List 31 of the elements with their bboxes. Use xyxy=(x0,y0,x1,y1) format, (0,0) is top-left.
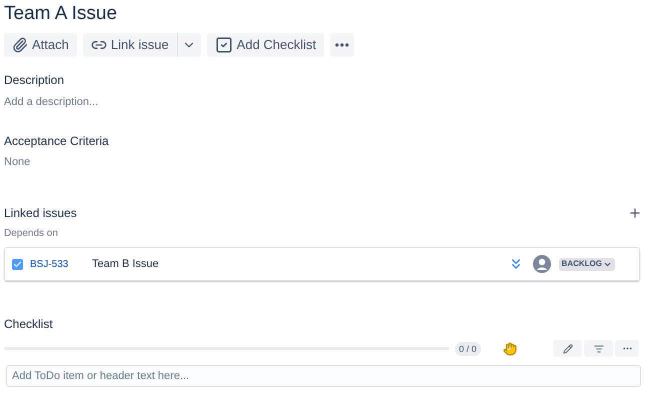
paperclip-icon xyxy=(12,37,28,53)
filter-button[interactable] xyxy=(584,340,613,357)
relation-label: Depends on xyxy=(4,227,59,241)
more-button[interactable] xyxy=(330,33,354,57)
issue-checkbox[interactable] xyxy=(12,258,23,270)
more-icon xyxy=(335,43,350,47)
issue-key-link[interactable]: BSJ-533 xyxy=(30,256,86,272)
plus-icon xyxy=(628,206,642,220)
issue-title: Team A Issue xyxy=(4,2,118,26)
filter-icon xyxy=(594,344,604,354)
status-dropdown[interactable]: BACKLOG xyxy=(558,258,615,270)
description-field[interactable]: Add a description... xyxy=(4,94,640,110)
progress-count: 0 / 0 xyxy=(455,342,481,356)
avatar-icon xyxy=(532,255,551,273)
link-button[interactable]: Link issue xyxy=(82,33,177,57)
edit-button[interactable] xyxy=(553,340,582,357)
dropdown-button[interactable] xyxy=(176,33,201,57)
linked-issue-card[interactable]: BSJ-533 Team B Issue BACKLOG xyxy=(4,247,640,281)
todo-input-field[interactable]: Add ToDo item or header text here... xyxy=(6,365,641,387)
checkbox-icon xyxy=(214,36,233,54)
section-label: Checklist xyxy=(4,316,54,332)
issue-summary: Team B Issue xyxy=(92,256,159,272)
section-label: Acceptance Criteria xyxy=(4,133,110,149)
section-label: Linked issues xyxy=(4,205,77,221)
checklist-button[interactable]: Add Checklist xyxy=(206,33,324,57)
field-value: None xyxy=(4,155,32,170)
attach-button[interactable]: Attach xyxy=(4,33,77,57)
section-label: Description xyxy=(4,72,66,88)
hand-icon xyxy=(502,342,517,356)
pencil-icon xyxy=(562,344,572,354)
add-link-button[interactable] xyxy=(628,206,642,220)
